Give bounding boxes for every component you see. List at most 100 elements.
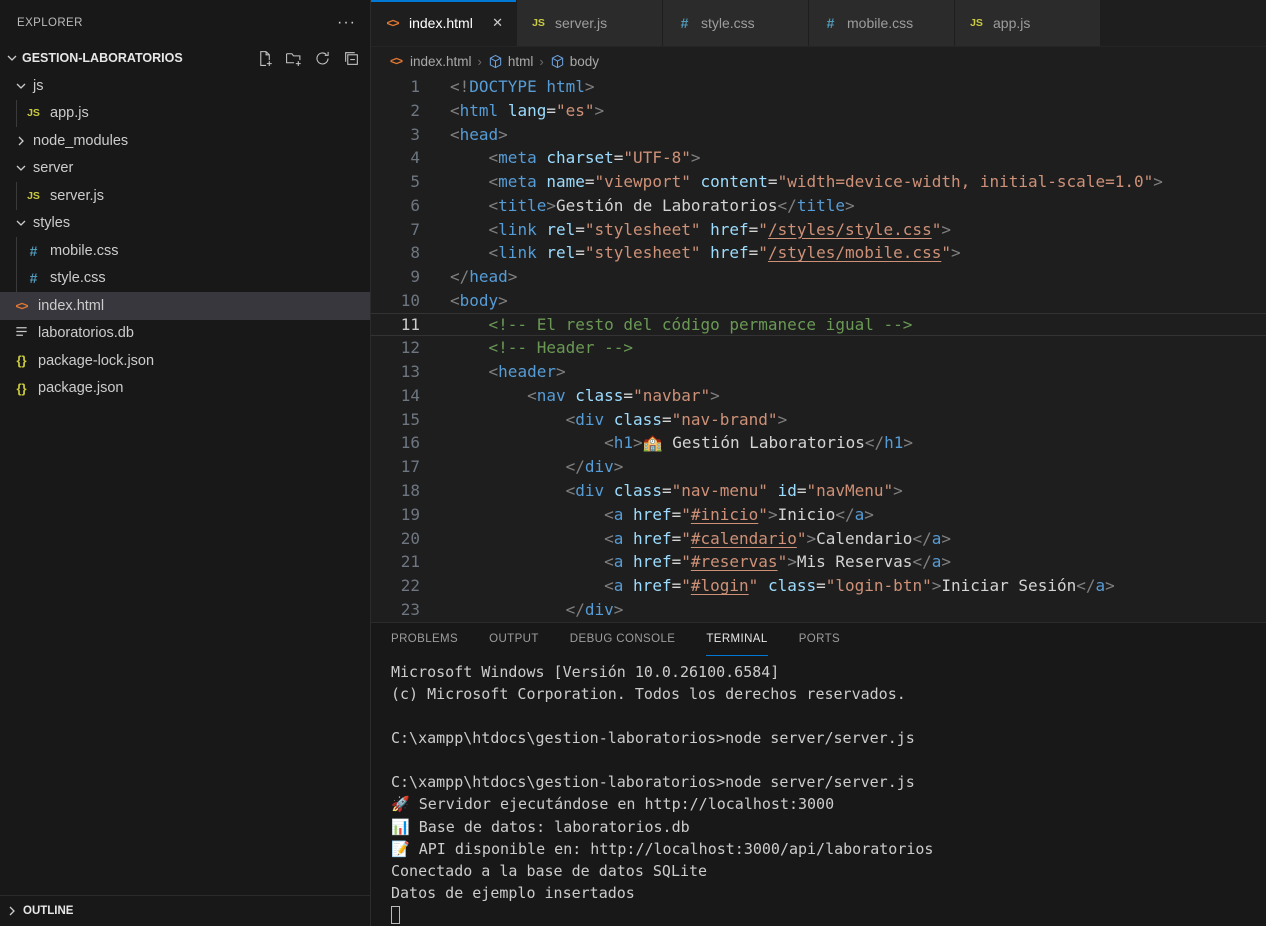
code-line-20[interactable]: 20<a href="#calendario">Calendario</a>: [371, 527, 1266, 551]
code-line-22[interactable]: 22<a href="#login" class="login-btn">Ini…: [371, 574, 1266, 598]
tab-server-js[interactable]: JSserver.js: [517, 0, 663, 46]
token: </: [566, 457, 585, 476]
tab-style-css[interactable]: #style.css: [663, 0, 809, 46]
collapse-all-icon[interactable]: [343, 50, 360, 67]
file-label: server: [33, 160, 73, 176]
code-editor[interactable]: 1<!DOCTYPE html>2<html lang="es">3<head>…: [371, 75, 1266, 622]
code-line-12[interactable]: 12<!-- Header -->: [371, 336, 1266, 360]
outline-section-header[interactable]: OUTLINE: [0, 895, 370, 926]
tree-file-package-lock-json[interactable]: {}package-lock.json: [0, 347, 370, 375]
token: </: [450, 267, 469, 286]
code-line-23[interactable]: 23</div>: [371, 598, 1266, 622]
code-line-6[interactable]: 6<title>Gestión de Laboratorios</title>: [371, 194, 1266, 218]
token: #login: [691, 576, 749, 595]
tree-folder-node-modules[interactable]: node_modules: [0, 127, 370, 155]
tree-file-app-js[interactable]: JSapp.js: [0, 100, 370, 128]
project-section-header[interactable]: GESTION-LABORATORIOS: [0, 44, 370, 72]
tree-file-style-css[interactable]: #style.css: [0, 265, 370, 293]
explorer-sidebar: EXPLORER ··· GESTION-LABORATORIOS: [0, 0, 371, 926]
terminal-cursor-line[interactable]: [391, 904, 1266, 926]
token: [604, 481, 614, 500]
token: >: [778, 410, 788, 429]
breadcrumb-item-body[interactable]: body: [550, 54, 599, 69]
token: "UTF-8": [623, 148, 690, 167]
token: >: [546, 196, 556, 215]
token: meta: [498, 172, 537, 191]
code-line-16[interactable]: 16<h1>🏫 Gestión Laboratorios</h1>: [371, 431, 1266, 455]
code-line-18[interactable]: 18<div class="nav-menu" id="navMenu">: [371, 479, 1266, 503]
code-line-5[interactable]: 5<meta name="viewport" content="width=de…: [371, 170, 1266, 194]
token: </: [912, 552, 931, 571]
token: link: [498, 220, 537, 239]
tree-file-laboratorios-db[interactable]: laboratorios.db: [0, 320, 370, 348]
token: [623, 576, 633, 595]
token: [700, 220, 710, 239]
new-file-icon[interactable]: [256, 50, 273, 67]
token: >: [941, 220, 951, 239]
token: >: [633, 433, 643, 452]
token: "login-btn": [826, 576, 932, 595]
token: "width=device-width, initial-scale=1.0": [778, 172, 1154, 191]
token: <: [489, 172, 499, 191]
code-line-11[interactable]: 11<!-- El resto del código permanece igu…: [371, 313, 1266, 337]
code-line-1[interactable]: 1<!DOCTYPE html>: [371, 75, 1266, 99]
breadcrumb-item-html[interactable]: html: [488, 54, 534, 69]
token: >: [710, 386, 720, 405]
new-folder-icon[interactable]: [285, 50, 302, 67]
editor-tab-bar: <>index.html✕JSserver.js#style.css#mobil…: [371, 0, 1266, 47]
panel-tab-problems[interactable]: PROBLEMS: [391, 623, 458, 656]
tab-mobile-css[interactable]: #mobile.css: [809, 0, 955, 46]
code-line-21[interactable]: 21<a href="#reservas">Mis Reservas</a>: [371, 550, 1266, 574]
tree-folder-js[interactable]: js: [0, 72, 370, 100]
token: [623, 505, 633, 524]
panel-tab-ports[interactable]: PORTS: [799, 623, 840, 656]
tree-file-mobile-css[interactable]: #mobile.css: [0, 237, 370, 265]
code-line-19[interactable]: 19<a href="#inicio">Inicio</a>: [371, 503, 1266, 527]
explorer-more-actions-icon[interactable]: ···: [337, 14, 356, 32]
line-number: 11: [371, 313, 450, 337]
token: =: [623, 386, 633, 405]
line-number: 18: [371, 479, 450, 503]
tab-app-js[interactable]: JSapp.js: [955, 0, 1101, 46]
token: <: [489, 243, 499, 262]
code-line-13[interactable]: 13<header>: [371, 360, 1266, 384]
code-line-9[interactable]: 9</head>: [371, 265, 1266, 289]
token: "navMenu": [806, 481, 893, 500]
code-line-2[interactable]: 2<html lang="es">: [371, 99, 1266, 123]
tree-file-package-json[interactable]: {}package.json: [0, 375, 370, 403]
code-line-15[interactable]: 15<div class="nav-brand">: [371, 408, 1266, 432]
terminal-output[interactable]: Microsoft Windows [Versión 10.0.26100.65…: [371, 656, 1266, 926]
db-file-icon: [13, 324, 30, 343]
css-file-icon: #: [25, 270, 42, 286]
token: a: [1095, 576, 1105, 595]
css-file-icon: #: [822, 15, 839, 31]
breadcrumb-item-index-html[interactable]: <>index.html: [390, 54, 472, 69]
tree-folder-server[interactable]: server: [0, 155, 370, 183]
token: div: [575, 481, 604, 500]
panel-tab-debug-console[interactable]: DEBUG CONSOLE: [570, 623, 676, 656]
code-text: <a href="#inicio">Inicio</a>: [450, 503, 874, 527]
refresh-icon[interactable]: [314, 50, 331, 67]
panel-tab-terminal[interactable]: TERMINAL: [706, 623, 767, 656]
close-icon[interactable]: ✕: [486, 15, 503, 31]
panel-tab-output[interactable]: OUTPUT: [489, 623, 539, 656]
token: ": [681, 505, 691, 524]
token: header: [498, 362, 556, 381]
code-line-3[interactable]: 3<head>: [371, 123, 1266, 147]
tab-index-html[interactable]: <>index.html✕: [371, 0, 517, 46]
code-text: <a href="#login" class="login-btn">Inici…: [450, 574, 1115, 598]
tree-file-index-html[interactable]: <>index.html: [0, 292, 370, 320]
code-line-14[interactable]: 14<nav class="navbar">: [371, 384, 1266, 408]
code-line-4[interactable]: 4<meta charset="UTF-8">: [371, 146, 1266, 170]
token: =: [575, 243, 585, 262]
code-text: <html lang="es">: [450, 99, 604, 123]
tree-folder-styles[interactable]: styles: [0, 210, 370, 238]
code-line-17[interactable]: 17</div>: [371, 455, 1266, 479]
code-line-7[interactable]: 7<link rel="stylesheet" href="/styles/st…: [371, 218, 1266, 242]
code-text: <title>Gestión de Laboratorios</title>: [450, 194, 855, 218]
code-line-8[interactable]: 8<link rel="stylesheet" href="/styles/mo…: [371, 241, 1266, 265]
tree-file-server-js[interactable]: JSserver.js: [0, 182, 370, 210]
code-line-10[interactable]: 10<body>: [371, 289, 1266, 313]
token: >: [614, 457, 624, 476]
file-label: js: [33, 78, 43, 94]
